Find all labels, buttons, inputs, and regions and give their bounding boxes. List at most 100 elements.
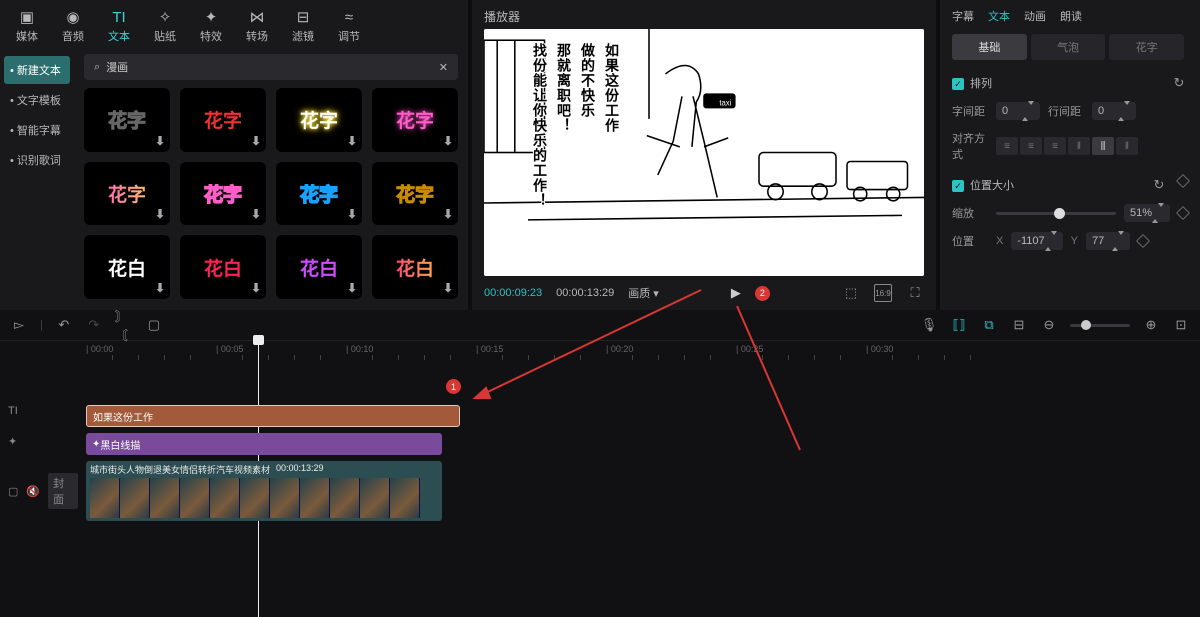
tab-label: 转场: [246, 28, 268, 44]
lib-tab-音频[interactable]: ◉音频: [56, 6, 90, 46]
style-card[interactable]: 花字⬇: [84, 88, 170, 152]
lib-tab-转场[interactable]: ⋈ 转场: [240, 6, 274, 46]
style-card[interactable]: 花字⬇: [372, 88, 458, 152]
scale-slider[interactable]: [996, 212, 1116, 215]
split-icon[interactable]: 〙〘: [115, 316, 133, 334]
keyframe-icon[interactable]: [1176, 206, 1190, 220]
download-icon[interactable]: ⬇: [251, 207, 261, 221]
style-card[interactable]: 花字⬇: [84, 162, 170, 226]
undo-icon[interactable]: ↶: [55, 316, 73, 334]
snap-icon[interactable]: ⟦⟧: [950, 316, 968, 334]
download-icon[interactable]: ⬇: [347, 281, 357, 295]
style-card[interactable]: 花白⬇: [276, 235, 362, 299]
lib-tab-滤镜[interactable]: ⊟滤镜: [286, 6, 320, 46]
align-v1-icon: ‖: [1068, 137, 1090, 155]
fx-track-icon: ✦: [8, 435, 17, 448]
insp-tab[interactable]: 动画: [1024, 8, 1046, 24]
zoom-slider[interactable]: [1070, 324, 1130, 327]
search-input[interactable]: ⌕ 漫画 ✕: [84, 54, 458, 80]
fullscreen-icon[interactable]: ⛶: [906, 284, 924, 302]
pos-y-input[interactable]: 77: [1086, 232, 1130, 250]
track-mute-icon[interactable]: 🔇: [26, 485, 40, 498]
insp-subtab[interactable]: 基础: [952, 34, 1027, 60]
timecode-current: 00:00:09:23: [484, 287, 542, 299]
insp-tab[interactable]: 朗读: [1060, 8, 1082, 24]
compare-icon[interactable]: ⬚: [842, 284, 860, 302]
track-visibility-icon[interactable]: ▢: [8, 485, 18, 498]
tab-icon: ⊟: [294, 8, 312, 26]
style-card[interactable]: 花白⬇: [84, 235, 170, 299]
style-card[interactable]: 花字⬇: [180, 162, 266, 226]
align-buttons[interactable]: ≡≡≡‖⫼‖: [996, 137, 1138, 155]
inspector-subtabs: 基础气泡花字: [952, 34, 1188, 60]
align-icon[interactable]: ⊟: [1010, 316, 1028, 334]
insp-subtab[interactable]: 花字: [1109, 34, 1184, 60]
zoom-fit-icon[interactable]: ⊡: [1172, 316, 1190, 334]
style-card[interactable]: 花字⬇: [180, 88, 266, 152]
download-icon[interactable]: ⬇: [347, 134, 357, 148]
sidebar-item[interactable]: • 智能字幕: [4, 116, 70, 144]
sidebar-item[interactable]: • 识别歌词: [4, 146, 70, 174]
style-card[interactable]: 花字⬇: [276, 162, 362, 226]
style-card[interactable]: 花字⬇: [372, 162, 458, 226]
style-card[interactable]: 花白⬇: [180, 235, 266, 299]
sidebar-item[interactable]: • 新建文本: [4, 56, 70, 84]
library-sidebar: • 新建文本• 文字模板• 智能字幕• 识别歌词: [0, 50, 74, 310]
preview-canvas[interactable]: taxi 找份能让你快乐的工作！ 那就离职吧！ 做的不快乐 如果这份工作: [484, 29, 924, 276]
tab-label: 媒体: [16, 28, 38, 44]
download-icon[interactable]: ⬇: [155, 207, 165, 221]
subtitle-line: 做的不快乐: [578, 43, 598, 208]
clear-icon[interactable]: ✕: [439, 61, 448, 74]
pos-size-toggle[interactable]: 位置大小: [952, 177, 1014, 193]
style-card[interactable]: 花字⬇: [276, 88, 362, 152]
lib-tab-媒体[interactable]: ▣媒体: [10, 6, 44, 46]
char-spacing-label: 字间距: [952, 103, 988, 119]
insp-tab[interactable]: 文本: [988, 8, 1010, 24]
zoom-in-icon[interactable]: ⊕: [1142, 316, 1160, 334]
download-icon[interactable]: ⬇: [443, 207, 453, 221]
download-icon[interactable]: ⬇: [443, 281, 453, 295]
quality-dropdown[interactable]: 画质 ▾: [628, 285, 659, 301]
fx-clip[interactable]: ✦ 黑白线描: [86, 433, 442, 455]
video-clip[interactable]: 城市街头人物倒退美女情侣转折汽车视频素材00:00:13:29: [86, 461, 442, 521]
download-icon[interactable]: ⬇: [443, 134, 453, 148]
style-card[interactable]: 花白⬇: [372, 235, 458, 299]
download-icon[interactable]: ⬇: [155, 134, 165, 148]
char-spacing-input[interactable]: 0: [996, 102, 1040, 120]
download-icon[interactable]: ⬇: [155, 281, 165, 295]
download-icon[interactable]: ⬇: [347, 207, 357, 221]
align-left-icon: ≡: [996, 137, 1018, 155]
insp-subtab[interactable]: 气泡: [1031, 34, 1106, 60]
reset-icon[interactable]: ↻: [1170, 74, 1188, 92]
link-icon[interactable]: ⧉: [980, 316, 998, 334]
reset-icon[interactable]: ↻: [1150, 176, 1168, 194]
cover-button[interactable]: 封面: [48, 473, 78, 509]
pos-label: 位置: [952, 233, 988, 249]
lib-tab-调节[interactable]: ≈调节: [332, 6, 366, 46]
play-button[interactable]: ▶: [731, 285, 741, 301]
keyframe-icon[interactable]: [1136, 234, 1150, 248]
lib-tab-贴纸[interactable]: ✧贴纸: [148, 6, 182, 46]
tab-label: 贴纸: [154, 28, 176, 44]
keyframe-icon[interactable]: [1176, 174, 1190, 188]
insp-tab[interactable]: 字幕: [952, 8, 974, 24]
badge-2: 2: [755, 286, 770, 301]
arrange-toggle[interactable]: 排列: [952, 75, 992, 91]
ratio-icon[interactable]: 16:9: [874, 284, 892, 302]
pos-x-input[interactable]: -1107: [1011, 232, 1062, 250]
scale-value[interactable]: 51%: [1124, 204, 1170, 222]
redo-icon[interactable]: ↷: [85, 316, 103, 334]
mic-icon[interactable]: 🎙: [920, 316, 938, 334]
text-clip[interactable]: 如果这份工作: [86, 405, 460, 427]
lib-tab-特效[interactable]: ✦特效: [194, 6, 228, 46]
align-v2-icon: ⫼: [1092, 137, 1114, 155]
sidebar-item[interactable]: • 文字模板: [4, 86, 70, 114]
tab-icon: ⋈: [248, 8, 266, 26]
cursor-tool-icon[interactable]: ▻: [10, 316, 28, 334]
lib-tab-文本[interactable]: TI文本: [102, 6, 136, 46]
line-spacing-input[interactable]: 0: [1092, 102, 1136, 120]
download-icon[interactable]: ⬇: [251, 281, 261, 295]
delete-icon[interactable]: ▢: [145, 316, 163, 334]
zoom-out-icon[interactable]: ⊖: [1040, 316, 1058, 334]
download-icon[interactable]: ⬇: [251, 134, 261, 148]
